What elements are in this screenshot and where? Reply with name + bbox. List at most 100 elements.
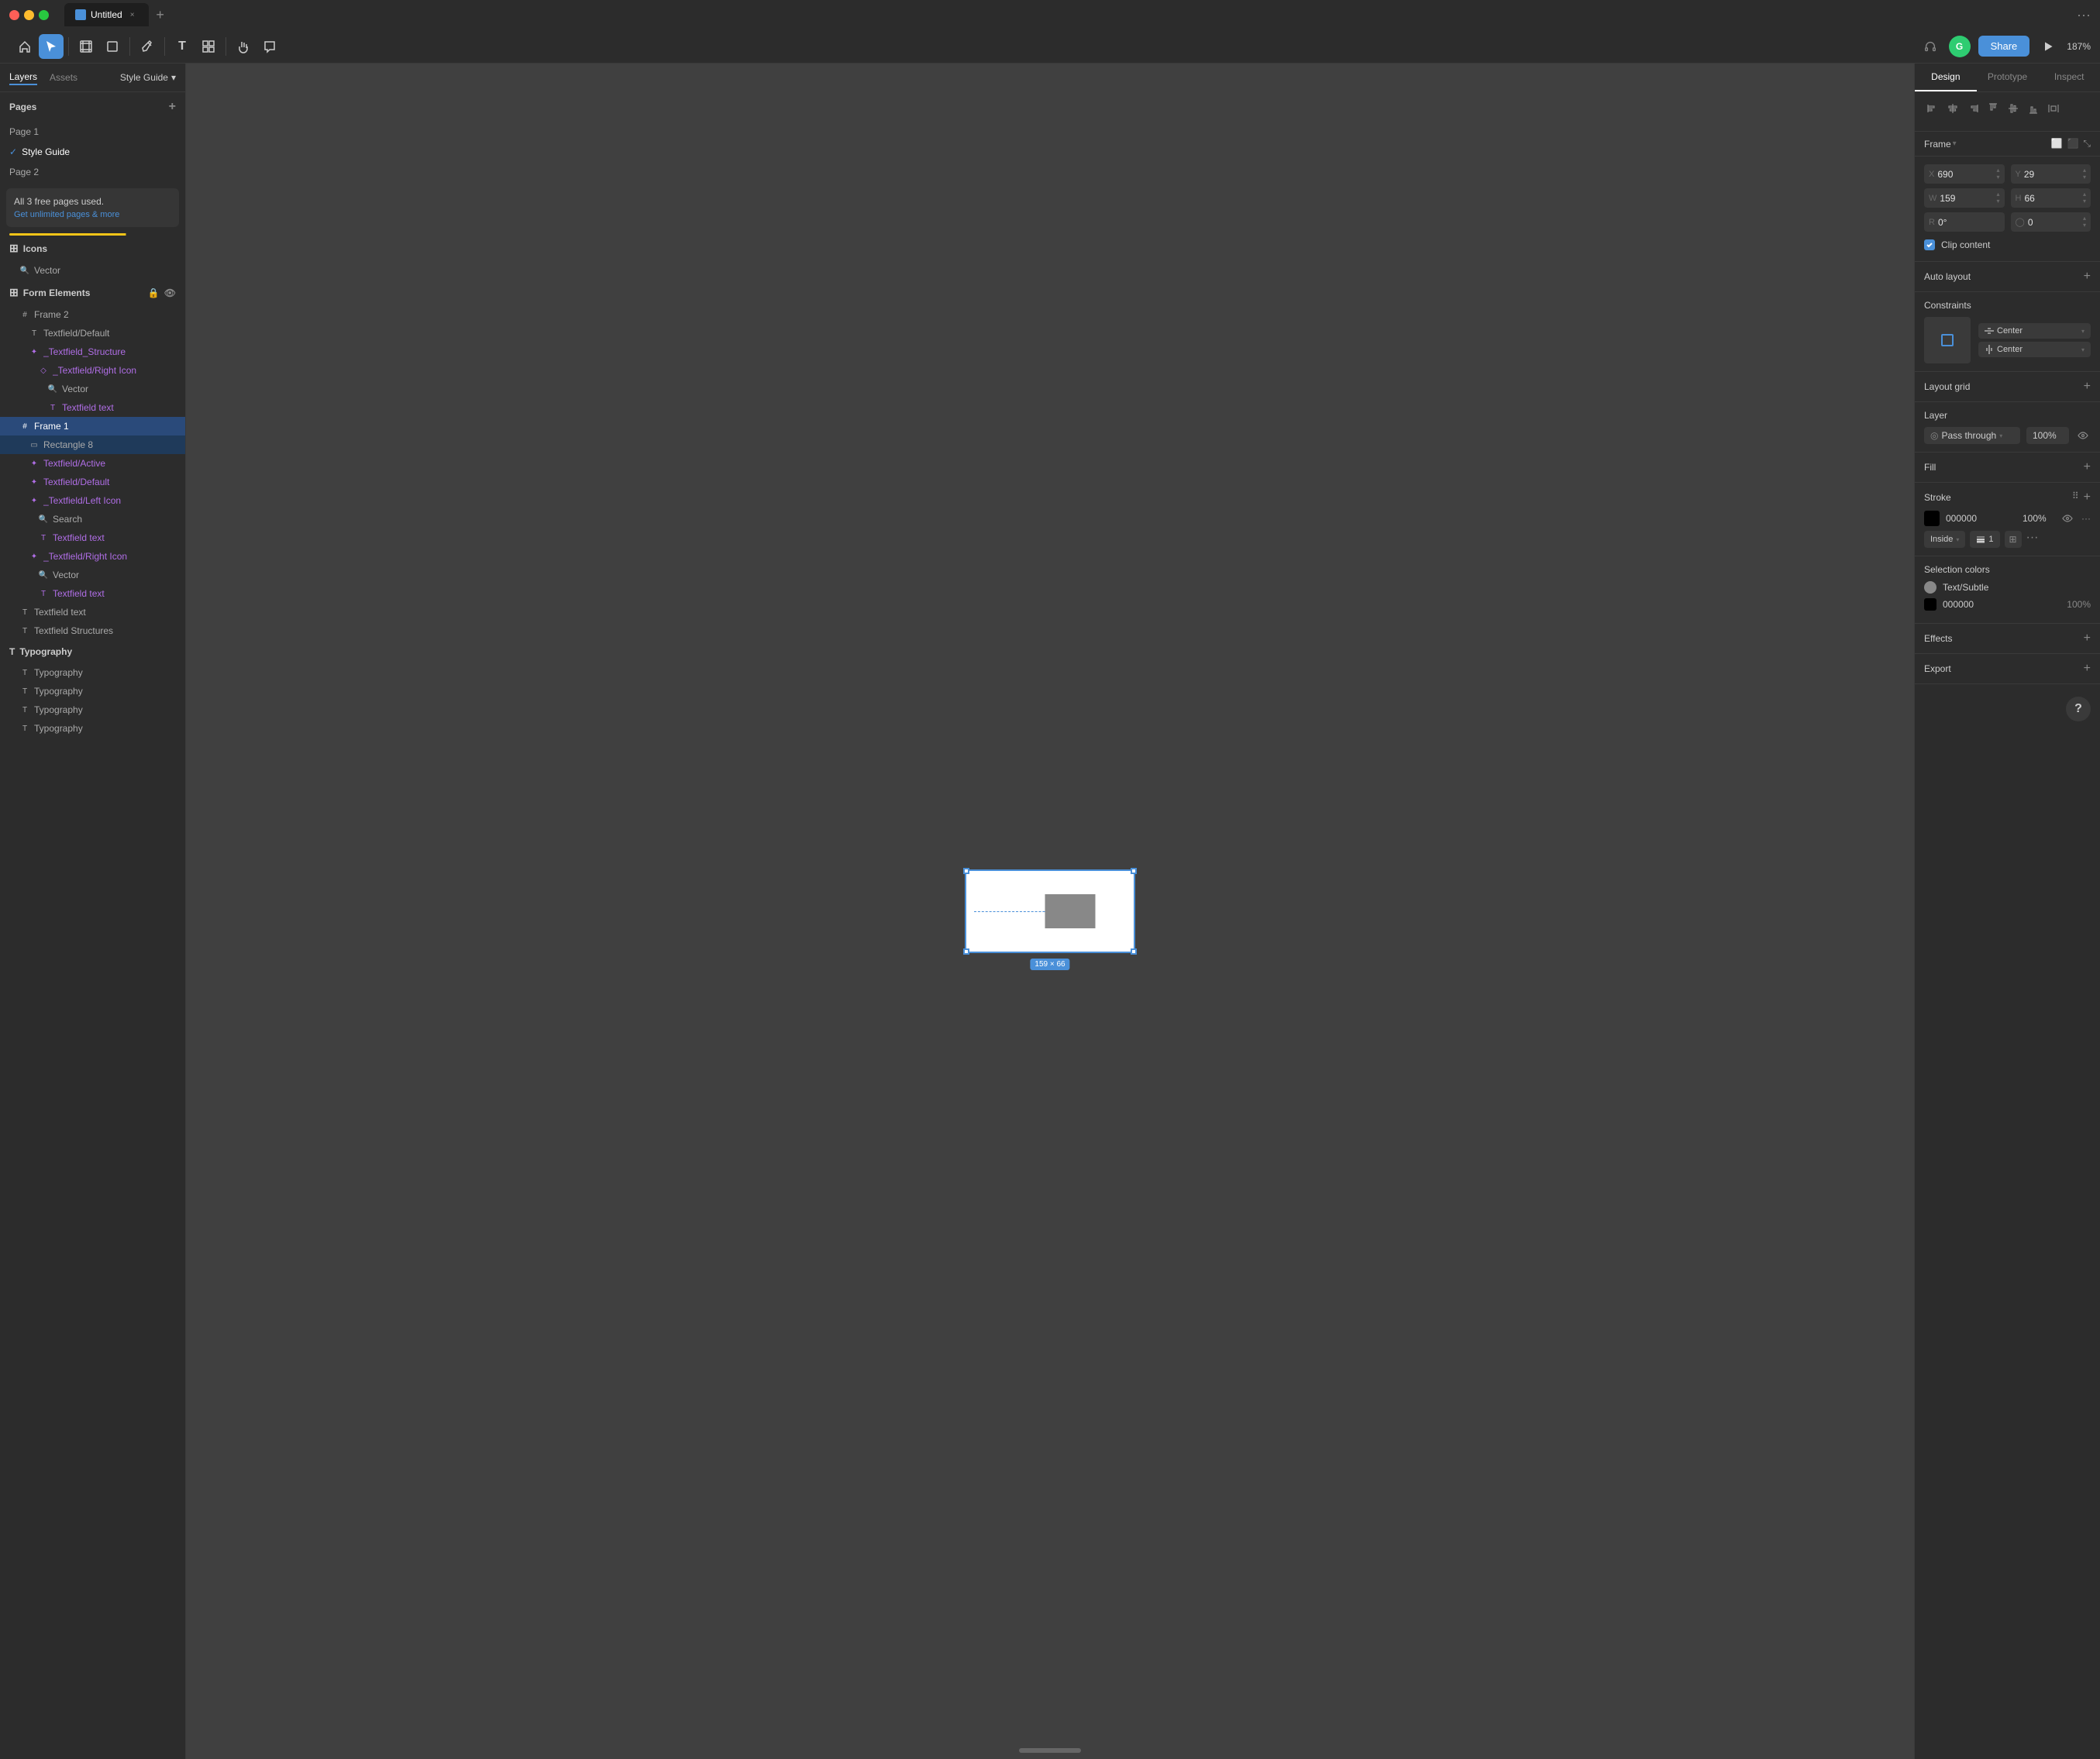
sel-color-swatch-2[interactable]	[1924, 598, 1936, 611]
textfield-text4-layer[interactable]: T Textfield text	[0, 603, 185, 621]
handle-tl[interactable]	[963, 868, 969, 874]
canvas[interactable]: 159 × 66	[186, 64, 1914, 1759]
upgrade-link[interactable]: Get unlimited pages & more	[14, 210, 171, 219]
frame-resize-icon[interactable]: ⤡	[2083, 138, 2091, 150]
typography-4[interactable]: T Typography	[0, 719, 185, 738]
page-item-3[interactable]: Page 2	[0, 162, 185, 182]
opacity-field[interactable]: 100%	[2026, 427, 2069, 444]
stroke-color-swatch[interactable]	[1924, 511, 1940, 526]
stroke-align-select[interactable]: Inside ▾	[1924, 531, 1965, 548]
align-right-button[interactable]	[1964, 100, 1981, 117]
x-field[interactable]: X 690 ▴▾	[1924, 164, 2005, 184]
stroke-visibility-toggle[interactable]	[2060, 511, 2075, 526]
add-effects-button[interactable]: +	[2084, 632, 2091, 645]
frame-view-icon-1[interactable]: ⬜	[2050, 138, 2062, 150]
help-button[interactable]: ?	[2066, 697, 2091, 721]
add-fill-button[interactable]: +	[2084, 460, 2091, 474]
corner-stepper[interactable]: ▴▾	[2083, 215, 2086, 229]
frame-container[interactable]: 159 × 66	[965, 869, 1135, 953]
vector-layer-3[interactable]: 🔍 Vector	[0, 566, 185, 584]
frame-tool[interactable]	[74, 34, 98, 59]
textfield-text3-layer[interactable]: T Textfield text	[0, 584, 185, 603]
stroke-more-options[interactable]: ···	[2026, 531, 2039, 548]
minimize-button[interactable]	[24, 10, 34, 20]
maximize-button[interactable]	[39, 10, 49, 20]
align-center-h-button[interactable]	[1944, 100, 1961, 117]
lock-icon[interactable]: 🔒	[148, 287, 160, 298]
vector-layer-1[interactable]: 🔍 Vector	[0, 261, 185, 280]
frame1-layer[interactable]: # Frame 1	[0, 417, 185, 435]
handle-br[interactable]	[1131, 948, 1137, 955]
y-stepper[interactable]: ▴▾	[2083, 167, 2086, 181]
zoom-level[interactable]: 187%	[2067, 41, 2091, 52]
play-button[interactable]	[2037, 36, 2059, 57]
textfield-left-icon-layer[interactable]: ✦ _Textfield/Left Icon	[0, 491, 185, 510]
add-auto-layout-button[interactable]: +	[2084, 270, 2091, 284]
style-guide-tab[interactable]: Style Guide ▾	[120, 72, 176, 83]
page-item-2[interactable]: ✓ Style Guide	[0, 142, 185, 162]
add-export-button[interactable]: +	[2084, 662, 2091, 676]
h-stepper[interactable]: ▴▾	[2083, 191, 2086, 205]
textfield-active-layer[interactable]: ✦ Textfield/Active	[0, 454, 185, 473]
textfield-right-icon-layer[interactable]: ◇ _Textfield/Right Icon	[0, 361, 185, 380]
vector-layer-2[interactable]: 🔍 Vector	[0, 380, 185, 398]
shape-tool[interactable]	[100, 34, 125, 59]
active-tab[interactable]: Untitled ×	[64, 3, 149, 26]
handle-bl[interactable]	[963, 948, 969, 955]
align-top-button[interactable]	[1985, 100, 2002, 117]
typography-2[interactable]: T Typography	[0, 682, 185, 701]
pen-tool[interactable]	[135, 34, 160, 59]
tab-close-button[interactable]: ×	[127, 9, 138, 20]
more-options-button[interactable]: ···	[2077, 7, 2091, 23]
inspect-tab[interactable]: Inspect	[2038, 64, 2100, 91]
frame-view-icon-2[interactable]: ⬛	[2067, 138, 2078, 150]
textfield-default-layer[interactable]: T Textfield/Default	[0, 324, 185, 343]
align-center-v-button[interactable]	[2005, 100, 2022, 117]
sel-color-swatch-1[interactable]	[1924, 581, 1936, 594]
vertical-constraint-select[interactable]: Center ▾	[1978, 342, 2091, 357]
clip-content-checkbox[interactable]	[1924, 239, 1935, 250]
comment-tool[interactable]	[257, 34, 282, 59]
component-tool[interactable]	[196, 34, 221, 59]
textfield-text2-layer[interactable]: T Textfield text	[0, 528, 185, 547]
stroke-settings-icon[interactable]: ⠿	[2072, 491, 2079, 504]
search-layer[interactable]: 🔍 Search	[0, 510, 185, 528]
align-bottom-button[interactable]	[2025, 100, 2042, 117]
page-item-1[interactable]: Page 1	[0, 122, 185, 142]
stroke-more-icon[interactable]: ···	[2081, 513, 2091, 524]
design-tab[interactable]: Design	[1915, 64, 1977, 91]
textfield-structures-layer[interactable]: T Textfield Structures	[0, 621, 185, 640]
headset-button[interactable]	[1919, 36, 1941, 57]
textfield-structure-layer[interactable]: ✦ _Textfield_Structure	[0, 343, 185, 361]
add-stroke-button[interactable]: +	[2084, 491, 2091, 504]
textfield-right-icon2-layer[interactable]: ✦ _Textfield/Right Icon	[0, 547, 185, 566]
corner-field[interactable]: ◯ 0 ▴▾	[2011, 212, 2091, 232]
typography-3[interactable]: T Typography	[0, 701, 185, 719]
rotation-field[interactable]: R 0°	[1924, 212, 2005, 232]
blend-mode-select[interactable]: ◎ Pass through ▾	[1924, 427, 2020, 444]
canvas-scrollbar[interactable]	[1019, 1748, 1081, 1753]
stroke-size-field[interactable]: 1	[1970, 531, 1999, 548]
textfield-text-layer-1[interactable]: T Textfield text	[0, 398, 185, 417]
w-field[interactable]: W 159 ▴▾	[1924, 188, 2005, 208]
hand-tool[interactable]	[231, 34, 256, 59]
typography-1[interactable]: T Typography	[0, 663, 185, 682]
layer-visibility-toggle[interactable]	[2075, 428, 2091, 443]
text-tool[interactable]: T	[170, 34, 195, 59]
handle-tr[interactable]	[1131, 868, 1137, 874]
y-field[interactable]: Y 29 ▴▾	[2011, 164, 2091, 184]
close-button[interactable]	[9, 10, 19, 20]
user-avatar[interactable]: G	[1949, 36, 1971, 57]
align-left-button[interactable]	[1924, 100, 1941, 117]
add-layout-grid-button[interactable]: +	[2084, 380, 2091, 394]
share-button[interactable]: Share	[1978, 36, 2030, 57]
prototype-tab[interactable]: Prototype	[1977, 64, 2039, 91]
eye-icon[interactable]: 👁	[164, 287, 176, 298]
new-tab-button[interactable]: +	[152, 6, 169, 23]
assets-tab[interactable]: Assets	[50, 71, 77, 84]
w-stepper[interactable]: ▴▾	[1996, 191, 1999, 205]
horizontal-constraint-select[interactable]: Center ▾	[1978, 323, 2091, 339]
rectangle8-layer[interactable]: ▭ Rectangle 8	[0, 435, 185, 454]
frame2-layer[interactable]: # Frame 2	[0, 305, 185, 324]
textfield-default2-layer[interactable]: ✦ Textfield/Default	[0, 473, 185, 491]
